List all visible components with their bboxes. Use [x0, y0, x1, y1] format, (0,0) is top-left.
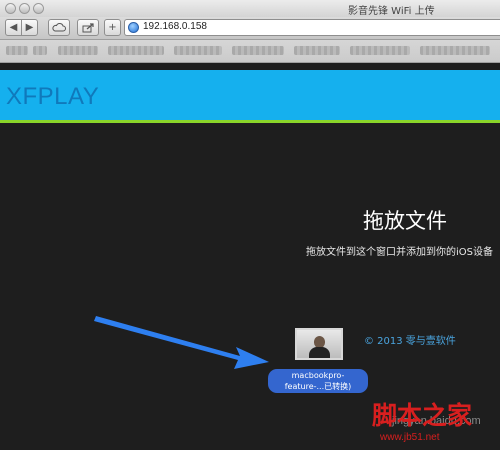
watermark-text: 脚本之家 — [372, 401, 473, 430]
file-name-line1: macbookpro- — [291, 371, 345, 380]
arrow-icon — [94, 316, 269, 369]
watermark-url: www.jb51.net — [380, 432, 440, 443]
video-thumbnail[interactable] — [295, 328, 343, 360]
file-name-line2: feature-...已转换) — [284, 382, 352, 391]
dragged-file-label: macbookpro- feature-...已转换) — [268, 369, 368, 393]
